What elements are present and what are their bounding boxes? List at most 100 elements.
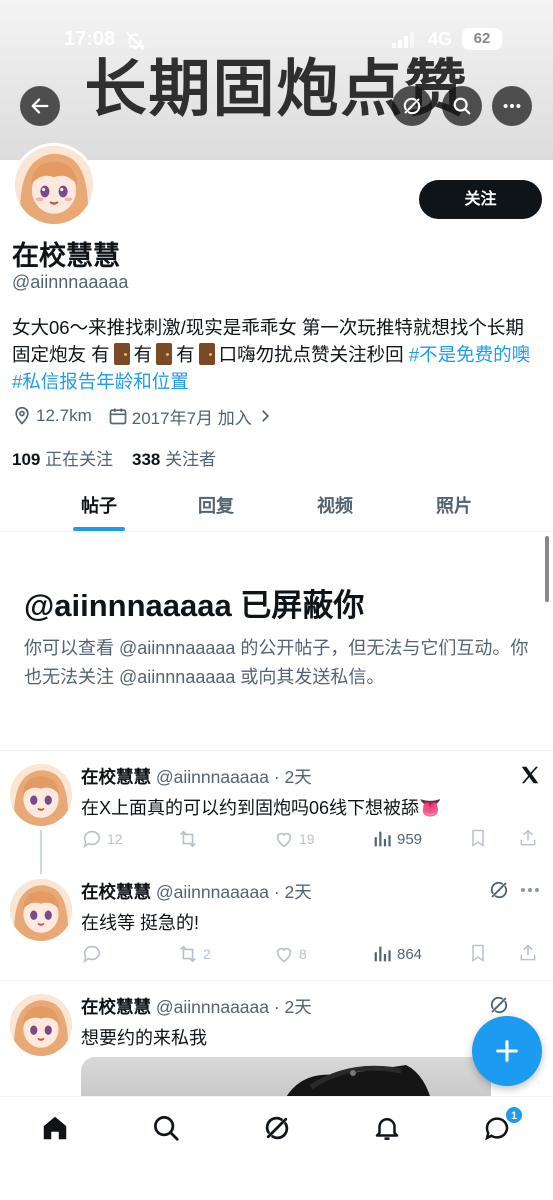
scrollbar[interactable] — [545, 536, 549, 602]
door-emoji-icon — [113, 343, 130, 365]
following-link[interactable]: 109 正在关注 — [12, 450, 113, 469]
calendar-icon — [109, 408, 127, 425]
views-button[interactable]: 959 — [371, 828, 422, 850]
profile-meta: 12.7km 2017年7月 加入 — [12, 404, 278, 428]
post-author-name[interactable]: 在校慧慧 — [81, 767, 151, 787]
post-header: 在校慧慧 @aiinnnaaaaa · 2天 — [81, 764, 312, 789]
reply-icon — [83, 945, 101, 964]
x-logo-icon — [521, 766, 539, 784]
followers-link[interactable]: 338 关注者 — [132, 450, 216, 469]
more-button[interactable] — [492, 86, 532, 126]
retweet-icon — [180, 830, 196, 848]
plus-icon — [496, 1040, 518, 1062]
heart-icon — [276, 947, 292, 963]
profile-handle: @aiinnnaaaaa — [12, 272, 129, 292]
reply-button[interactable] — [81, 943, 107, 965]
arrow-left-icon — [31, 98, 49, 114]
retweet-count: 2 — [203, 946, 211, 962]
retweet-icon — [180, 945, 196, 963]
views-chart-icon — [374, 831, 391, 847]
post-text: 想要约的来私我 — [81, 1028, 207, 1048]
post-actions: 12 19 959 — [81, 828, 541, 852]
tab-photos[interactable]: 照片 — [436, 492, 472, 518]
back-button[interactable] — [20, 86, 60, 126]
views-chart-icon — [374, 946, 391, 962]
bookmark-icon — [472, 944, 484, 962]
view-count: 959 — [397, 830, 423, 848]
bio-hashtag[interactable]: #不是免费的噢 — [409, 344, 530, 365]
reply-count: 12 — [107, 831, 123, 847]
share-button[interactable] — [518, 828, 542, 848]
bio-hashtag[interactable]: #私信报告年龄和位置 — [12, 371, 189, 392]
bell-icon[interactable] — [372, 1113, 402, 1143]
bio-text: 有 — [176, 344, 195, 365]
profile-tabs: 帖子 回复 视频 照片 — [0, 478, 553, 532]
search-button[interactable] — [442, 86, 482, 126]
grok-button[interactable] — [392, 86, 432, 126]
heart-icon — [276, 832, 292, 848]
share-icon — [520, 944, 536, 961]
share-button[interactable] — [518, 943, 542, 963]
bio-text: 口嗨勿扰点赞关注秒回 — [218, 344, 404, 365]
post-header: 在校慧慧 @aiinnnaaaaa · 2天 — [81, 994, 312, 1019]
status-bar: 17:08 4G 62 — [0, 28, 553, 56]
retweet-button[interactable] — [177, 828, 203, 850]
grok-icon — [403, 97, 421, 115]
status-time: 17:08 — [64, 28, 116, 50]
views-button[interactable]: 864 — [371, 943, 422, 965]
location-pin-icon — [15, 406, 29, 425]
chevron-right-icon[interactable] — [256, 407, 274, 425]
profile-name: 在校慧慧 — [12, 241, 120, 271]
post-meta: @aiinnnaaaaa · 2天 — [155, 997, 312, 1017]
anime-avatar-image — [10, 994, 72, 1056]
profile-joined[interactable]: 2017年7月 加入 — [132, 404, 252, 429]
following-label: 正在关注 — [45, 450, 114, 469]
anime-avatar-image — [15, 146, 93, 224]
profile-bio: 女大06～来推找刺激/现实是乖乖女 第一次玩推特就想找个长期固定炮友 有有有口嗨… — [12, 314, 542, 395]
home-icon[interactable] — [40, 1113, 70, 1143]
blocked-notice-description: 你可以查看 @aiinnnaaaaa 的公开帖子，但无法与它们互动。你也无法关注… — [24, 638, 529, 687]
compose-button[interactable] — [472, 1016, 542, 1086]
door-emoji-icon — [156, 343, 173, 365]
signal-icon — [392, 32, 414, 48]
blocked-notice-title: @aiinnnaaaaa 已屏蔽你 — [24, 588, 365, 623]
follow-counts: 109 正在关注 338 关注者 — [12, 445, 216, 470]
network-label: 4G — [428, 29, 453, 49]
post-author-name[interactable]: 在校慧慧 — [81, 882, 151, 902]
divider — [0, 980, 553, 981]
search-icon[interactable] — [151, 1113, 181, 1143]
retweet-button[interactable]: 2 — [177, 943, 211, 965]
reply-button[interactable]: 12 — [81, 828, 123, 850]
tab-posts[interactable]: 帖子 — [81, 492, 117, 518]
reply-icon — [83, 830, 101, 849]
like-count: 8 — [299, 946, 307, 962]
post-meta: @aiinnnaaaaa · 2天 — [155, 767, 312, 787]
post-avatar[interactable] — [10, 879, 72, 941]
bio-text: 有 — [133, 344, 153, 365]
view-count: 864 — [397, 945, 423, 963]
profile-avatar[interactable] — [12, 143, 96, 227]
post-author-name[interactable]: 在校慧慧 — [81, 997, 151, 1017]
post-meta: @aiinnnaaaaa · 2天 — [155, 882, 312, 902]
like-button[interactable]: 8 — [273, 943, 307, 965]
post-text: 在线等 挺急的! — [81, 913, 200, 933]
bottom-nav — [0, 1096, 553, 1200]
bookmark-button[interactable] — [468, 943, 492, 963]
search-icon — [453, 97, 471, 115]
grok-icon[interactable] — [488, 994, 510, 1016]
follow-button[interactable]: 关注 — [419, 180, 542, 219]
post-avatar[interactable] — [10, 764, 72, 826]
post-text: 在X上面真的可以约到固炮吗06线下想被舔👅 — [81, 798, 442, 818]
bookmark-button[interactable] — [468, 828, 492, 848]
grok-icon[interactable] — [262, 1113, 292, 1143]
grok-icon[interactable] — [488, 879, 510, 901]
tab-videos[interactable]: 视频 — [317, 492, 353, 518]
tab-replies[interactable]: 回复 — [198, 492, 234, 518]
active-tab-indicator — [73, 527, 125, 531]
like-button[interactable]: 19 — [273, 828, 315, 850]
following-count: 109 — [12, 450, 41, 469]
post-avatar[interactable] — [10, 994, 72, 1056]
more-icon[interactable] — [520, 885, 540, 895]
profile-banner[interactable]: 长期固炮点赞 — [0, 0, 553, 160]
post-header: 在校慧慧 @aiinnnaaaaa · 2天 — [81, 879, 312, 904]
